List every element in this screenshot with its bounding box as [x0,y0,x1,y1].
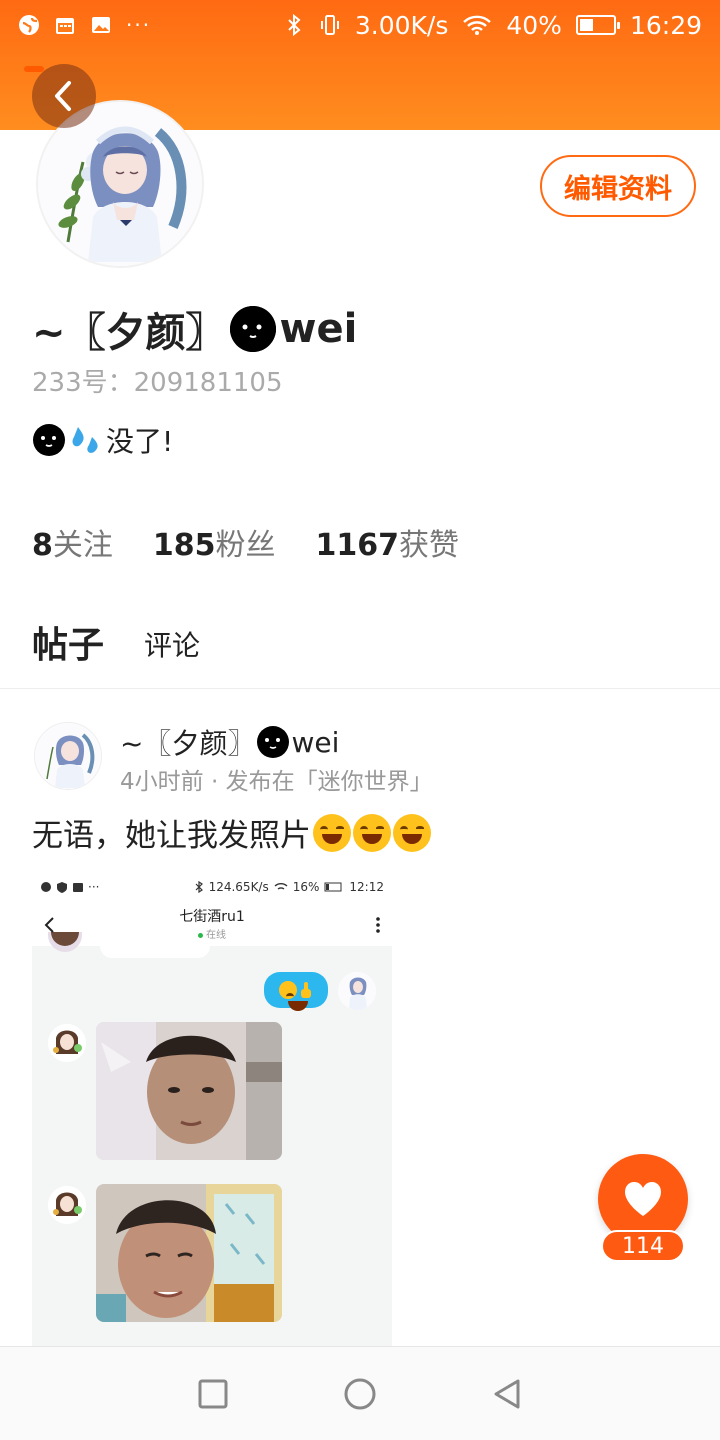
stat-number: 8 [32,528,53,563]
user-id: 233号：209181105 [32,368,283,398]
anime-avatar-image [48,1024,86,1062]
battery-icon [324,882,342,892]
active-tab-indicator [24,66,44,72]
post-text: 无语，她让我发照片 [32,810,431,855]
bio: 没了! [32,420,173,460]
embedded-photo [96,1022,282,1160]
anime-girl-avatar-image [338,972,376,1010]
embedded-status-bar: ··· 124.65K/s 16% 12:12 [32,870,392,904]
back-button[interactable] [32,64,96,128]
post-image[interactable]: ··· 124.65K/s 16% 12:12 七街酒ru1 在线 [32,870,392,1346]
system-navigation-bar [0,1346,720,1440]
post-text-content: 无语，她让我发照片 [32,818,311,854]
middle-finger-emoji-icon [301,982,311,998]
embedded-photo [96,1184,282,1322]
embedded-status-icons: ··· [40,880,99,894]
chevron-left-icon [44,917,54,933]
selfie-photo-image [96,1184,282,1322]
username-suffix: wei [279,306,358,352]
stat-number: 1167 [315,528,400,563]
profile-page: ··· 3.00K/s 40% 16:29 编辑资料 ~〖夕颜〗 wei 233… [0,0,720,1440]
embedded-message-bubble [100,938,210,958]
anime-girl-avatar-image [35,723,101,789]
stat-label: 获赞 [399,528,459,563]
network-speed: 3.00K/s [354,10,449,40]
browser-icon [19,15,39,35]
smug-face-emoji-icon [33,424,65,456]
browser-icon [41,882,51,892]
stat-followers[interactable]: 185粉丝 [153,520,276,564]
wifi-icon [274,883,288,890]
embedded-battery-percent: 16% [292,880,320,894]
recent-apps-icon[interactable] [196,1377,230,1411]
post-author-avatar[interactable] [34,722,102,790]
author-name-suffix: wei [291,725,340,759]
tab-comments[interactable]: 评论 [144,624,200,668]
embedded-chat-header: 七街酒ru1 在线 [32,904,392,946]
post-meta: 4小时前 · 发布在「迷你世界」 [120,769,433,795]
shield-icon [57,882,67,893]
selfie-photo-image [96,1022,282,1160]
smug-face-emoji-icon [257,726,290,758]
author-name-prefix: ~〖夕颜〗 [120,727,256,760]
embedded-friend-avatar [48,1186,86,1224]
tab-posts[interactable]: 帖子 [32,616,104,668]
embedded-status-right: 124.65K/s 16% 12:12 [194,880,384,894]
embedded-chat-status: 在线 [32,926,392,941]
chevron-left-icon [55,81,71,111]
grinning-sweat-emoji-icon [353,813,391,852]
embedded-friend-avatar [48,932,82,952]
profile-tabs: 帖子 评论 [32,616,200,668]
stat-label: 关注 [52,528,113,563]
grinning-sweat-emoji-icon [313,813,351,852]
embedded-chat-title: 七街酒ru1 [179,909,245,925]
anime-avatar-image [48,1186,86,1224]
embedded-friend-avatar [48,1024,86,1062]
username: ~〖夕颜〗 wei [32,300,357,358]
gallery-icon [92,17,110,33]
embedded-sent-message [264,972,328,1011]
embedded-self-avatar [338,972,376,1010]
embedded-clock: 12:12 [349,880,384,894]
grinning-sweat-emoji-icon [279,981,308,1011]
clock: 16:29 [629,10,702,40]
more-notifications: ··· [88,880,100,894]
profile-stats: 8关注 185粉丝 1167获赞 [32,520,459,564]
wifi-icon [463,15,492,35]
heart-icon [625,1182,661,1216]
stat-likes[interactable]: 1167获赞 [316,520,460,564]
embedded-network-speed: 124.65K/s [208,880,269,894]
battery-icon [575,15,620,35]
anime-avatar-image [48,932,82,952]
bluetooth-icon [288,14,301,36]
more-vertical-icon [376,917,380,933]
grinning-sweat-emoji-icon [393,813,431,852]
online-dot-icon [198,932,203,938]
battery-level [579,19,593,31]
like-count: 114 [601,1230,685,1262]
home-icon[interactable] [342,1376,378,1412]
status-bar: ··· 3.00K/s 40% 16:29 [0,0,720,50]
calendar-icon [56,18,74,34]
stat-number: 185 [152,528,216,563]
post-author-name[interactable]: ~〖夕颜〗 wei [120,722,339,762]
divider [0,688,720,689]
stat-following[interactable]: 8关注 [32,520,113,564]
calendar-icon [73,883,83,892]
username-prefix: ~〖夕颜〗 [32,310,226,356]
bio-text: 没了! [106,425,174,458]
stat-label: 粉丝 [215,528,276,563]
more-notifications: ··· [126,13,152,37]
edit-profile-button[interactable]: 编辑资料 [540,155,696,217]
smug-face-emoji-icon [229,306,276,352]
battery-percent: 40% [506,10,562,40]
back-triangle-icon[interactable] [490,1377,524,1411]
sweat-drops-emoji-icon [72,427,98,453]
bluetooth-icon [195,881,203,893]
vibrate-icon [320,15,339,35]
